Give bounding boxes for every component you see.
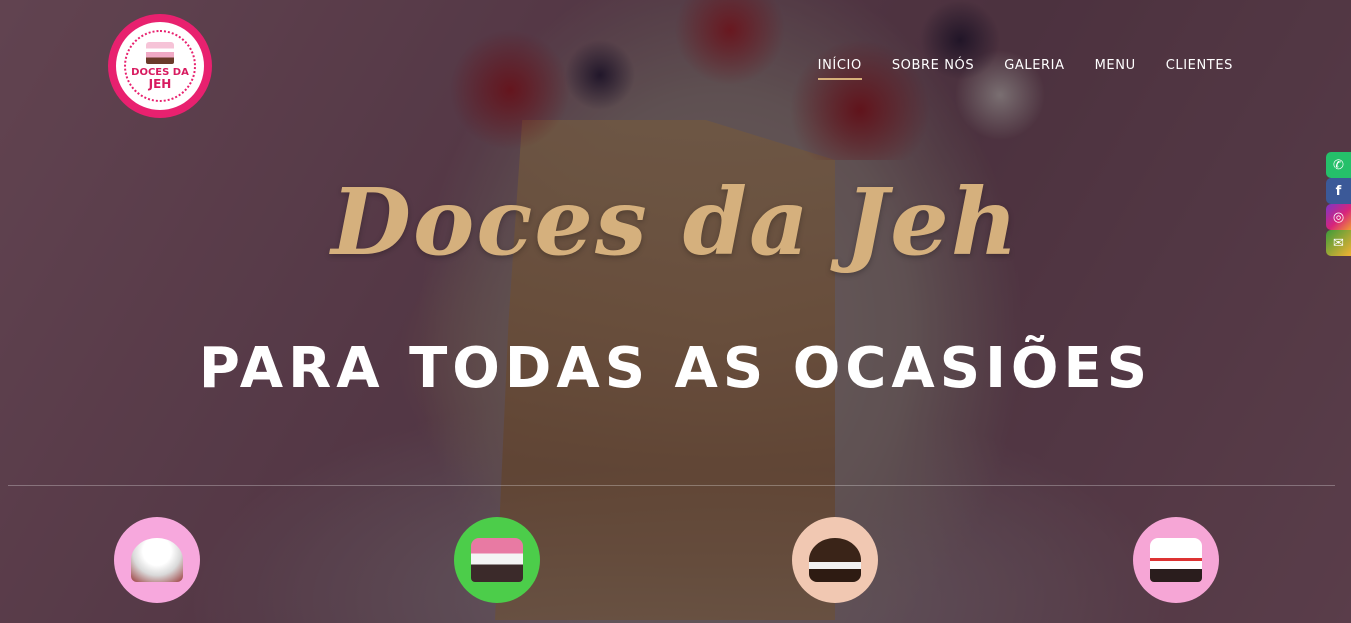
cake-image [471, 538, 523, 582]
logo-text-line1: DOCES DA [131, 67, 189, 79]
cake-image [131, 538, 183, 582]
nav-link-menu[interactable]: MENU [1095, 58, 1136, 80]
cake-thumb-1[interactable] [114, 517, 200, 603]
main-nav: INÍCIO SOBRE NÓS GALERIA MENU CLIENTES [817, 58, 1233, 80]
hero-subtitle: PARA TODAS AS OCASIÕES [198, 336, 1153, 401]
divider [8, 485, 1335, 486]
cake-thumb-4[interactable] [1133, 517, 1219, 603]
nav-link-inicio[interactable]: INÍCIO [817, 58, 862, 80]
logo[interactable]: DOCES DA JEH [110, 16, 210, 116]
logo-cake-icon [146, 42, 174, 65]
nav-link-clientes[interactable]: CLIENTES [1166, 58, 1233, 80]
logo-text-line2: JEH [148, 77, 172, 92]
nav-link-galeria[interactable]: GALERIA [1004, 58, 1064, 80]
nav-link-sobre-nos[interactable]: SOBRE NÓS [892, 58, 974, 80]
cake-image [809, 538, 861, 582]
hero-title: Doces da Jeh [331, 168, 1020, 276]
cake-image [1150, 538, 1202, 582]
cake-thumb-2[interactable] [454, 517, 540, 603]
cake-thumb-3[interactable] [792, 517, 878, 603]
